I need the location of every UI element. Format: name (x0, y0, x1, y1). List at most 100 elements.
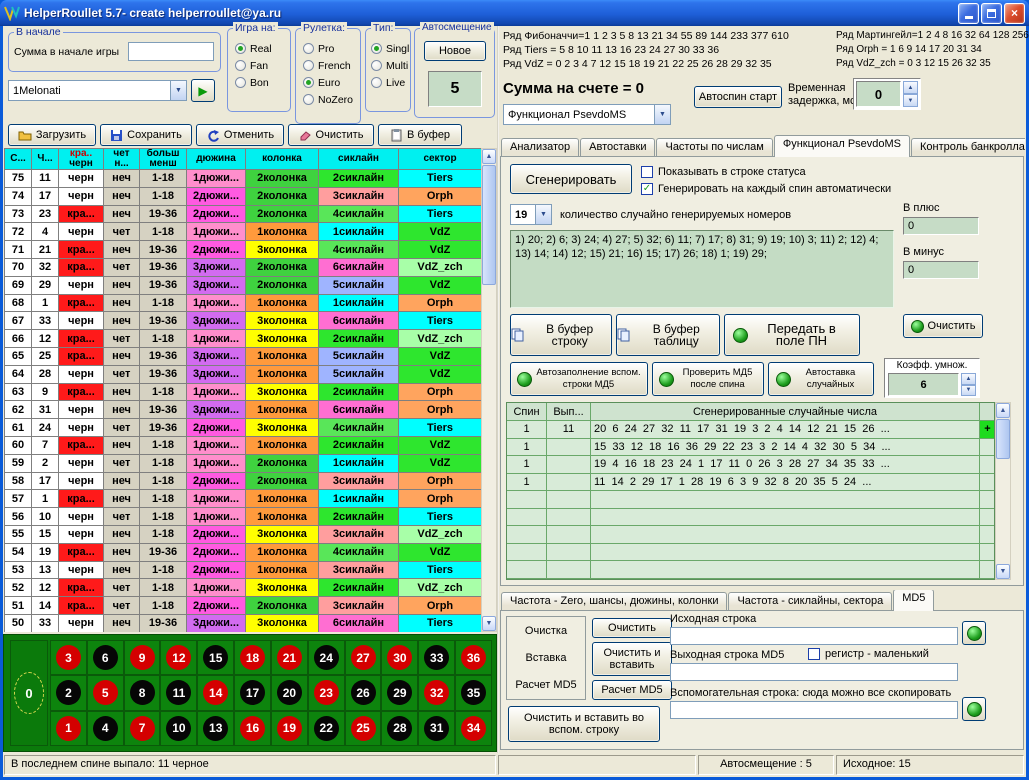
board-cell-1[interactable]: 1 (50, 711, 87, 746)
chevron-down-icon[interactable]: ▼ (170, 81, 186, 100)
history-row[interactable]: 7121кра...неч19-362дюжи...3колонка4сикла… (5, 241, 481, 259)
scroll-down-icon[interactable]: ▼ (482, 616, 496, 631)
board-cell-19[interactable]: 19 (271, 711, 308, 746)
board-cell-5[interactable]: 5 (87, 675, 124, 710)
autofill-md5-button[interactable]: Автозаполнение вспом. строки МД5 (510, 362, 648, 396)
gen-row[interactable]: 115 33 12 18 16 36 29 22 23 3 2 14 4 32 … (507, 439, 994, 457)
board-cell-35[interactable]: 35 (455, 675, 492, 710)
scroll-down-icon[interactable]: ▼ (996, 564, 1010, 579)
board-cell-13[interactable]: 13 (197, 711, 234, 746)
board-cell-0[interactable]: 0 (10, 640, 48, 746)
checkbox-icon[interactable] (641, 183, 653, 195)
board-cell-25[interactable]: 25 (345, 711, 382, 746)
checkbox-icon[interactable] (808, 648, 820, 660)
tab-freq-basic[interactable]: Частота - Zero, шансы, дюжины, колонки (501, 592, 727, 611)
board-cell-7[interactable]: 7 (124, 711, 161, 746)
autobet-random-button[interactable]: Автоставка случайных (768, 362, 874, 396)
history-row[interactable]: 6525кра...неч19-363дюжи...1колонка5сикла… (5, 348, 481, 366)
undo-button[interactable]: Отменить (196, 124, 284, 146)
buffer-table-button[interactable]: В буфер таблицу (616, 314, 720, 356)
gen-row[interactable] (507, 544, 994, 562)
clear-button[interactable]: Очистить (288, 124, 374, 146)
md5-source-paste-button[interactable] (962, 621, 986, 645)
md5-clear-button[interactable]: Очистить (592, 618, 672, 638)
radio-nozero[interactable]: NoZero (303, 91, 358, 108)
new-autoshift-button[interactable]: Новое (424, 41, 486, 61)
board-cell-16[interactable]: 16 (234, 711, 271, 746)
board-cell-4[interactable]: 4 (87, 711, 124, 746)
gen-row[interactable] (507, 509, 994, 527)
gen-row[interactable] (507, 526, 994, 544)
board-cell-33[interactable]: 33 (418, 640, 455, 675)
board-cell-3[interactable]: 3 (50, 640, 87, 675)
history-row[interactable]: 7511черннеч1-181дюжи...2колонка2сиклайнT… (5, 170, 481, 188)
board-cell-34[interactable]: 34 (455, 711, 492, 746)
to-buffer-button[interactable]: В буфер (378, 124, 462, 146)
board-cell-22[interactable]: 22 (308, 711, 345, 746)
board-cell-21[interactable]: 21 (271, 640, 308, 675)
board-cell-15[interactable]: 15 (197, 640, 234, 675)
spinner-buttons[interactable]: ▲▼ (903, 81, 918, 107)
radio-pro[interactable]: Pro (303, 40, 358, 57)
spin-up-icon[interactable]: ▲ (961, 373, 976, 385)
md5-source-input[interactable] (670, 627, 958, 645)
board-cell-32[interactable]: 32 (418, 675, 455, 710)
history-row[interactable]: 6612кра...чет1-181дюжи...3колонка2сиклай… (5, 330, 481, 348)
history-row[interactable]: 5114кра...чет1-182дюжи...2колонка3сиклай… (5, 597, 481, 615)
history-row[interactable]: 6929черннеч19-363дюжи...2колонка5сиклайн… (5, 277, 481, 295)
gen-row[interactable]: 119 4 16 18 23 24 1 17 11 0 26 3 28 27 3… (507, 456, 994, 474)
radio-euro[interactable]: Euro (303, 74, 358, 91)
board-cell-29[interactable]: 29 (381, 675, 418, 710)
checkbox-generate-each-spin[interactable]: Генерировать на каждый спин автоматическ… (641, 183, 891, 195)
board-cell-17[interactable]: 17 (234, 675, 271, 710)
history-row[interactable]: 681кра...неч1-181дюжи...1колонка1сиклайн… (5, 295, 481, 313)
buffer-row-button[interactable]: В буфер строку (510, 314, 612, 356)
history-row[interactable]: 5817черннеч1-182дюжи...2колонка3сиклайнO… (5, 473, 481, 491)
spinner-buttons[interactable]: ▲▼ (961, 373, 976, 396)
history-row[interactable]: 6733черннеч19-363дюжи...3колонка6сиклайн… (5, 312, 481, 330)
generate-button[interactable]: Сгенерировать (510, 164, 632, 194)
board-cell-20[interactable]: 20 (271, 675, 308, 710)
start-sum-input[interactable] (128, 42, 214, 61)
history-row[interactable]: 639кра...неч1-181дюжи...3колонка2сиклайн… (5, 384, 481, 402)
history-row[interactable]: 7417черннеч1-182дюжи...2колонка3сиклайнO… (5, 188, 481, 206)
history-row[interactable]: 571кра...неч1-181дюжи...1колонка1сиклайн… (5, 490, 481, 508)
history-row[interactable]: 6231черннеч19-363дюжи...1колонка6сиклайн… (5, 401, 481, 419)
generated-numbers-textarea[interactable]: 1) 20; 2) 6; 3) 24; 4) 27; 5) 32; 6) 11;… (510, 230, 894, 308)
load-button[interactable]: Загрузить (8, 124, 96, 146)
preset-combo[interactable]: 1Melonati ▼ (8, 80, 187, 101)
chevron-down-icon[interactable]: ▼ (535, 205, 551, 224)
spin-up-icon[interactable]: ▲ (903, 81, 918, 94)
tab-analyzer[interactable]: Анализатор (501, 138, 579, 157)
apply-preset-button[interactable]: ▶ (191, 79, 215, 102)
radio-bon[interactable]: Bon (235, 74, 288, 91)
board-cell-26[interactable]: 26 (345, 675, 382, 710)
count-combo[interactable]: 19 ▼ (510, 204, 552, 225)
minimize-button[interactable] (958, 3, 979, 24)
check-md5-button[interactable]: Проверить МД5 после спина (652, 362, 764, 396)
board-cell-12[interactable]: 12 (160, 640, 197, 675)
close-button[interactable]: × (1004, 3, 1025, 24)
board-cell-8[interactable]: 8 (124, 675, 161, 710)
board-cell-14[interactable]: 14 (197, 675, 234, 710)
board-cell-36[interactable]: 36 (455, 640, 492, 675)
board-cell-27[interactable]: 27 (345, 640, 382, 675)
history-row[interactable]: 724чернчет1-181дюжи...1колонка1сиклайнVd… (5, 223, 481, 241)
history-row[interactable]: 7323кра...неч19-362дюжи...2колонка4сикла… (5, 206, 481, 224)
md5-output-input[interactable] (670, 663, 958, 681)
md5-clear-paste-button[interactable]: Очистить и вставить (592, 642, 672, 676)
history-row[interactable]: 607кра...неч1-181дюжи...1колонка2сиклайн… (5, 437, 481, 455)
tab-freq-sixline[interactable]: Частота - сиклайны, сектора (728, 592, 892, 611)
autospin-start-button[interactable]: Автоспин старт (694, 86, 782, 108)
radio-french[interactable]: French (303, 57, 358, 74)
generated-table-scrollbar[interactable]: ▲ ▼ (995, 402, 1011, 580)
delay-spinner[interactable]: 0 ▲▼ (853, 78, 921, 110)
scrollbar-thumb[interactable] (482, 165, 496, 285)
scrollbar-thumb[interactable] (996, 419, 1010, 459)
history-scrollbar[interactable]: ▲ ▼ (481, 148, 497, 632)
board-cell-10[interactable]: 10 (160, 711, 197, 746)
history-row[interactable]: 5033черннеч19-363дюжи...3колонка6сиклайн… (5, 615, 481, 632)
history-row[interactable]: 6428чернчет19-363дюжи...1колонка5сиклайн… (5, 366, 481, 384)
radio-singl[interactable]: Singl (371, 40, 409, 57)
history-row[interactable]: 5515черннеч1-182дюжи...3колонка3сиклайнV… (5, 526, 481, 544)
